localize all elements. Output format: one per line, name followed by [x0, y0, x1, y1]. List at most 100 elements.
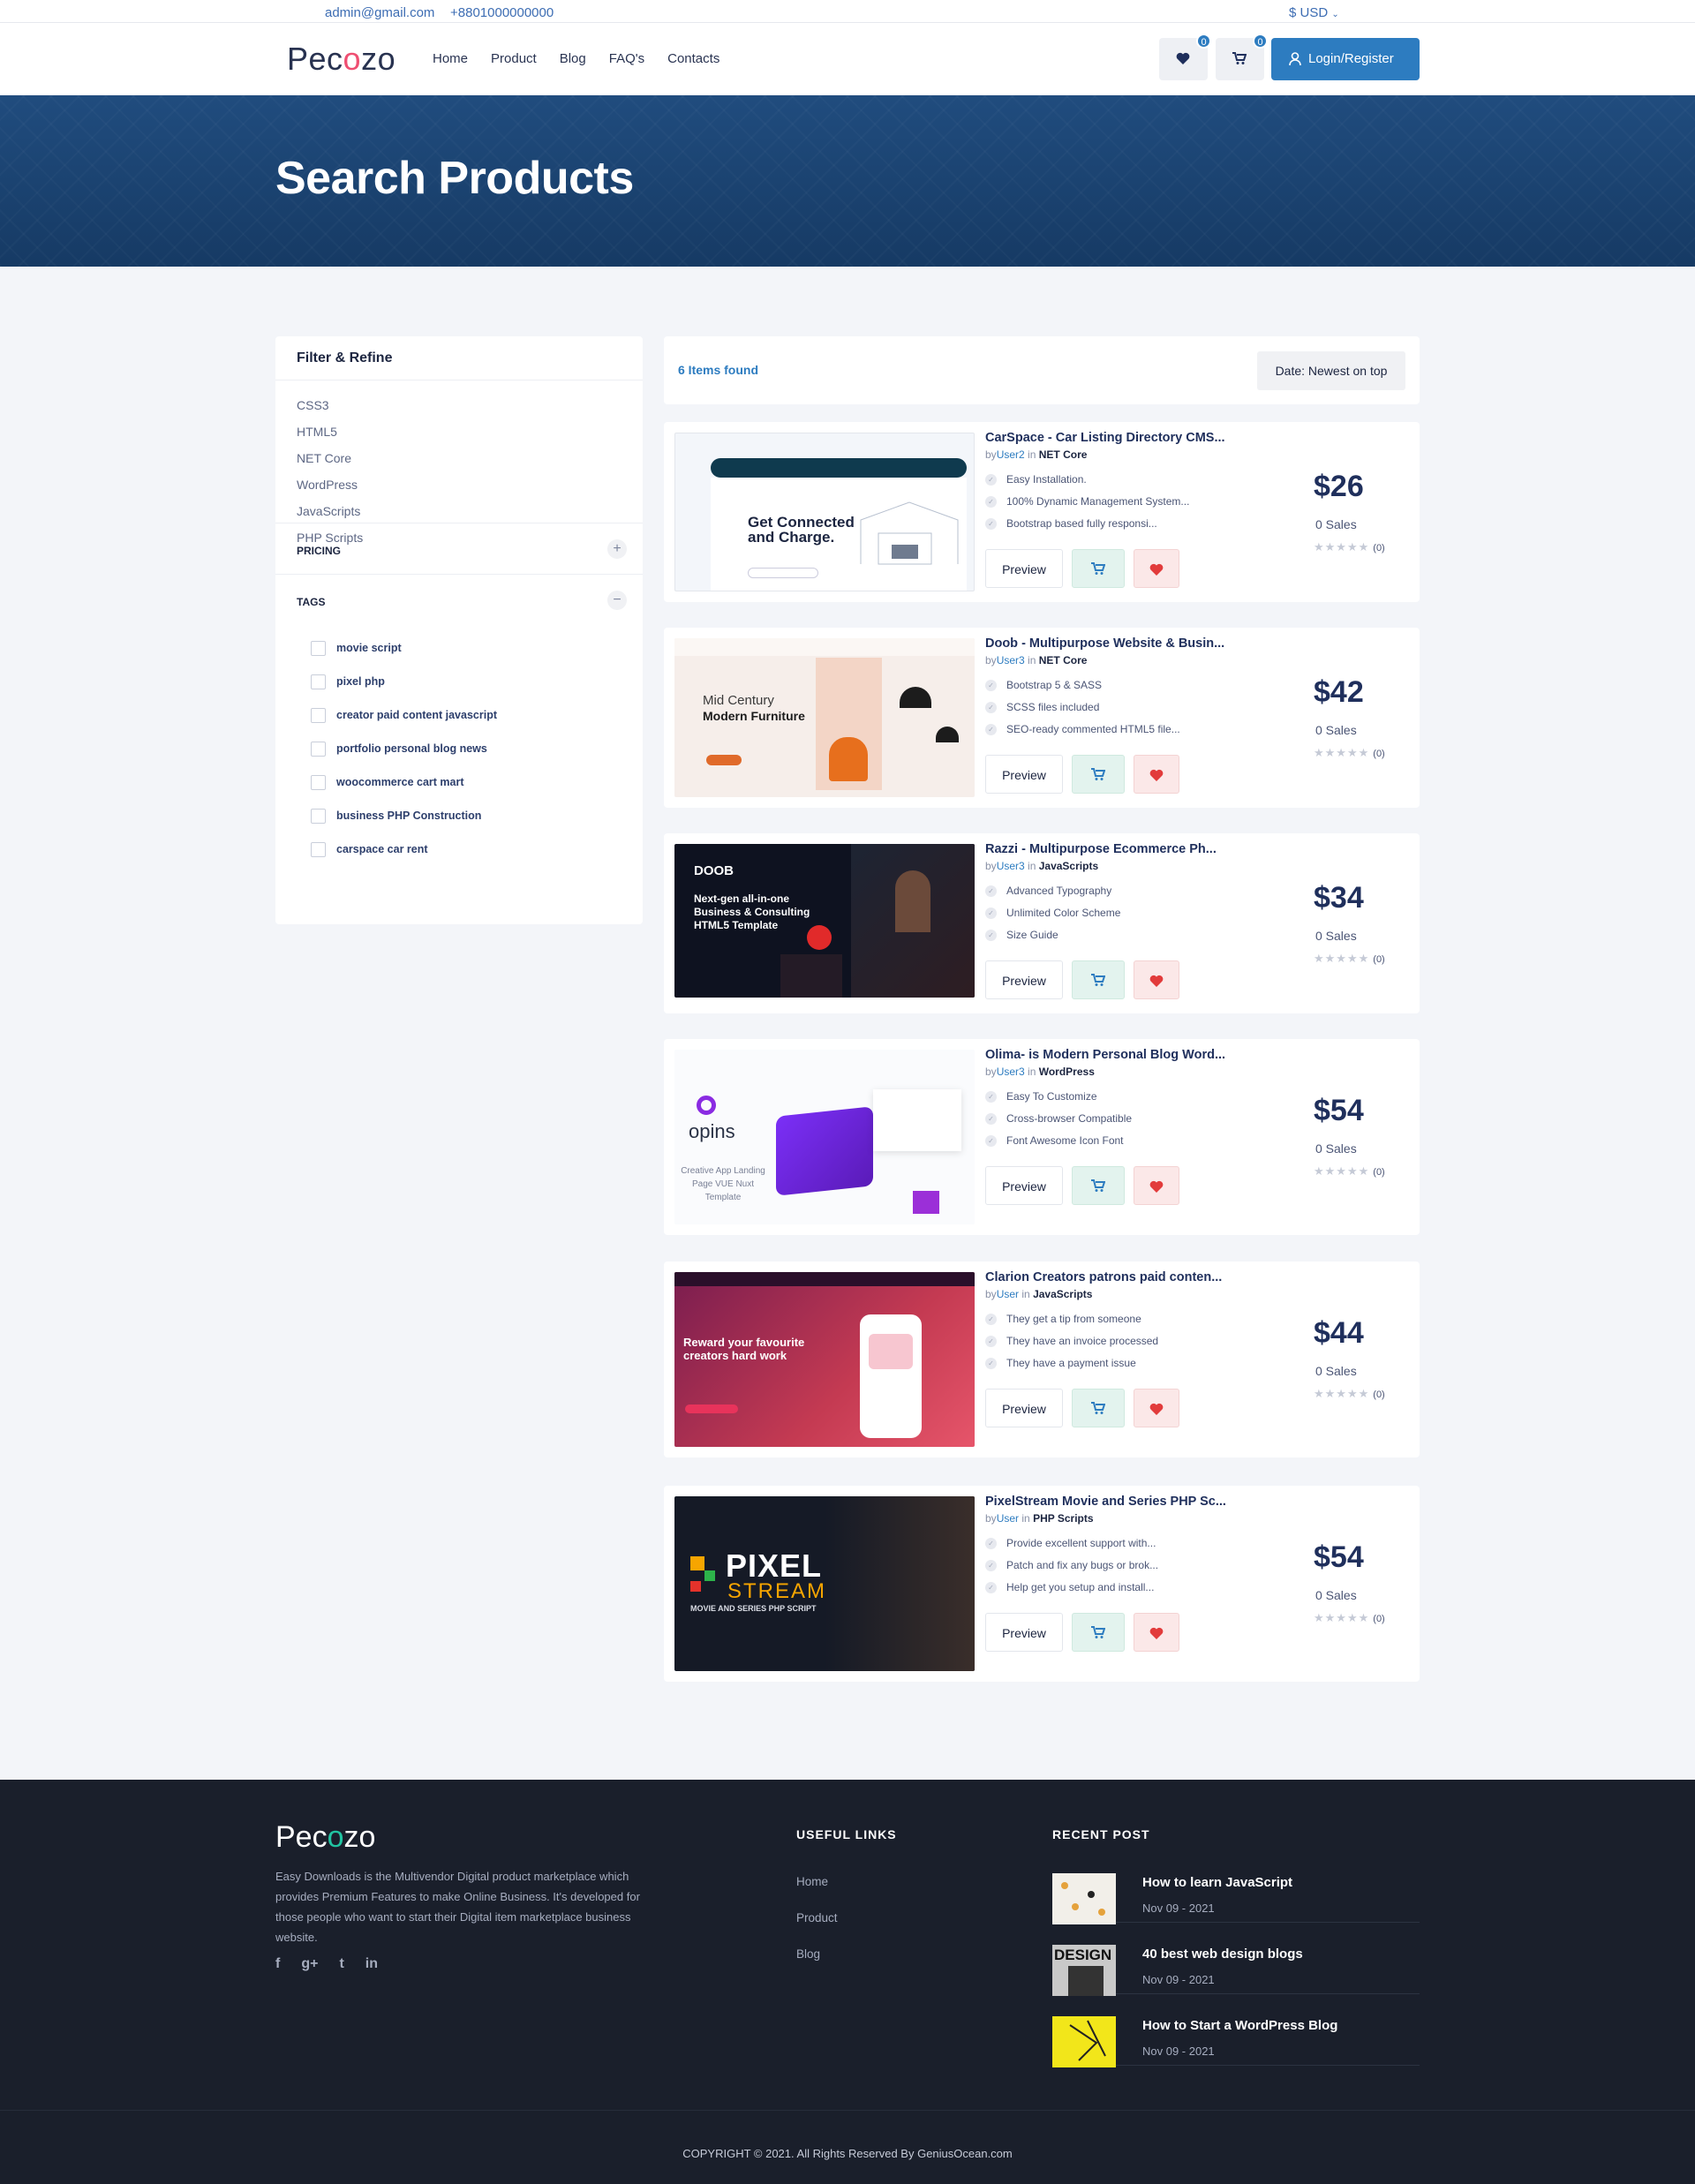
add-to-cart-button[interactable]: [1072, 549, 1125, 588]
product-category[interactable]: JavaScripts: [1033, 1288, 1092, 1300]
product-price: $34: [1314, 881, 1364, 915]
product-author[interactable]: User3: [997, 860, 1025, 872]
tag-item[interactable]: movie script: [311, 631, 607, 665]
sort-select[interactable]: Date: Newest on top: [1257, 351, 1405, 390]
feature-list: ✓ Bootstrap 5 & SASS ✓ SCSS files included…: [985, 679, 1277, 745]
product-category[interactable]: NET Core: [1039, 448, 1088, 461]
product-thumbnail[interactable]: DOOB Next-gen all-in-one Business & Cons…: [674, 844, 975, 998]
tag-checkbox[interactable]: [311, 640, 326, 656]
tag-checkbox[interactable]: [311, 707, 326, 723]
product-author[interactable]: User3: [997, 1066, 1025, 1078]
post-title[interactable]: How to learn JavaScript: [1142, 1875, 1292, 1890]
product-thumbnail[interactable]: PIXEL STREAM MOVIE AND SERIES PHP SCRIPT: [674, 1496, 975, 1671]
recent-post-item[interactable]: How to Start a WordPress Blog Nov 09 - 2…: [1052, 2004, 1420, 2067]
footer-description: Easy Downloads is the Multivendor Digita…: [275, 1870, 640, 1944]
pricing-accordion[interactable]: PRICING +: [275, 523, 643, 575]
product-thumbnail[interactable]: opins Creative App Landing Page VUE Nuxt…: [674, 1050, 975, 1224]
minus-icon[interactable]: −: [607, 591, 627, 610]
login-register-label: Login/Register: [1308, 51, 1394, 66]
post-title[interactable]: 40 best web design blogs: [1142, 1947, 1303, 1962]
product-author[interactable]: User3: [997, 654, 1025, 666]
add-to-cart-button[interactable]: [1072, 1613, 1125, 1652]
post-title[interactable]: How to Start a WordPress Blog: [1142, 2018, 1337, 2033]
google-plus-icon[interactable]: g+: [301, 1956, 318, 1972]
preview-button[interactable]: Preview: [985, 960, 1063, 999]
add-to-wishlist-button[interactable]: [1134, 755, 1179, 794]
twitter-icon[interactable]: t: [339, 1956, 343, 1972]
product-title[interactable]: Doob - Multipurpose Website & Busin...: [985, 636, 1277, 651]
footer-link-home[interactable]: Home: [796, 1875, 828, 1888]
product-category[interactable]: WordPress: [1039, 1066, 1095, 1078]
product-thumbnail[interactable]: Mid Century Modern Furniture: [674, 638, 975, 797]
tag-item[interactable]: portfolio personal blog news: [311, 732, 607, 765]
site-logo[interactable]: Pecozo: [287, 41, 396, 78]
tag-checkbox[interactable]: [311, 741, 326, 757]
contact-phone[interactable]: +8801000000000: [450, 5, 554, 20]
plus-icon[interactable]: +: [607, 539, 627, 559]
add-to-wishlist-button[interactable]: [1134, 960, 1179, 999]
facebook-icon[interactable]: f: [275, 1956, 280, 1972]
category-item[interactable]: CSS3: [297, 398, 622, 425]
product-author[interactable]: User2: [997, 448, 1025, 461]
contact-email[interactable]: admin@gmail.com: [325, 5, 434, 20]
product-title[interactable]: Clarion Creators patrons paid conten...: [985, 1270, 1277, 1284]
add-to-cart-button[interactable]: [1072, 1389, 1125, 1427]
footer-link-product[interactable]: Product: [796, 1911, 838, 1924]
nav-product[interactable]: Product: [491, 51, 537, 66]
login-register-button[interactable]: Login/Register: [1271, 38, 1420, 80]
preview-button[interactable]: Preview: [985, 755, 1063, 794]
product-thumbnail[interactable]: Get Connected and Charge.: [674, 433, 975, 591]
category-item[interactable]: HTML5: [297, 425, 622, 451]
post-thumbnail[interactable]: DESIGN: [1052, 1945, 1116, 1996]
add-to-wishlist-button[interactable]: [1134, 1389, 1179, 1427]
preview-button[interactable]: Preview: [985, 1389, 1063, 1427]
footer-link-blog[interactable]: Blog: [796, 1947, 820, 1961]
add-to-cart-button[interactable]: [1072, 960, 1125, 999]
add-to-cart-button[interactable]: [1072, 1166, 1125, 1205]
tag-item[interactable]: business PHP Construction: [311, 799, 607, 832]
add-to-wishlist-button[interactable]: [1134, 549, 1179, 588]
add-to-cart-button[interactable]: [1072, 755, 1125, 794]
tag-item[interactable]: pixel php: [311, 665, 607, 698]
preview-button[interactable]: Preview: [985, 1613, 1063, 1652]
product-category[interactable]: PHP Scripts: [1033, 1512, 1093, 1525]
product-category[interactable]: JavaScripts: [1039, 860, 1098, 872]
nav-faqs[interactable]: FAQ's: [609, 51, 644, 66]
linkedin-icon[interactable]: in: [365, 1956, 378, 1972]
add-to-wishlist-button[interactable]: [1134, 1613, 1179, 1652]
post-thumbnail[interactable]: [1052, 2016, 1116, 2067]
tag-checkbox[interactable]: [311, 674, 326, 689]
add-to-wishlist-button[interactable]: [1134, 1166, 1179, 1205]
product-author[interactable]: User: [997, 1288, 1019, 1300]
product-author[interactable]: User: [997, 1512, 1019, 1525]
wishlist-button[interactable]: 0: [1159, 34, 1211, 80]
product-title[interactable]: CarSpace - Car Listing Directory CMS...: [985, 431, 1277, 445]
product-category[interactable]: NET Core: [1039, 654, 1088, 666]
recent-post-item[interactable]: DESIGN 40 best web design blogs Nov 09 -…: [1052, 1932, 1420, 1996]
category-item[interactable]: NET Core: [297, 451, 622, 478]
tag-checkbox[interactable]: [311, 841, 326, 857]
recent-post-item[interactable]: How to learn JavaScript Nov 09 - 2021: [1052, 1861, 1420, 1924]
currency-selector[interactable]: $ USD ⌄: [1289, 5, 1339, 20]
category-item[interactable]: WordPress: [297, 478, 622, 504]
cart-button[interactable]: 0: [1216, 34, 1268, 80]
tag-item[interactable]: woocommerce cart mart: [311, 765, 607, 799]
product-title[interactable]: PixelStream Movie and Series PHP Sc...: [985, 1495, 1277, 1509]
nav-blog[interactable]: Blog: [560, 51, 586, 66]
tag-item[interactable]: creator paid content javascript: [311, 698, 607, 732]
product-title[interactable]: Razzi - Multipurpose Ecommerce Ph...: [985, 842, 1277, 856]
preview-button[interactable]: Preview: [985, 549, 1063, 588]
feature-list: ✓ Easy To Customize ✓ Cross-browser Compat…: [985, 1090, 1277, 1156]
footer-logo[interactable]: Pecozo: [275, 1820, 375, 1855]
preview-button[interactable]: Preview: [985, 1166, 1063, 1205]
tags-accordion[interactable]: TAGS −: [275, 575, 643, 626]
tag-item[interactable]: carspace car rent: [311, 832, 607, 866]
nav-home[interactable]: Home: [433, 51, 468, 66]
nav-contacts[interactable]: Contacts: [667, 51, 719, 66]
tag-checkbox[interactable]: [311, 808, 326, 824]
tag-checkbox[interactable]: [311, 774, 326, 790]
tag-label: woocommerce cart mart: [336, 776, 464, 788]
post-thumbnail[interactable]: [1052, 1873, 1116, 1924]
product-thumbnail[interactable]: Reward your favourite creators hard work: [674, 1272, 975, 1447]
product-title[interactable]: Olima- is Modern Personal Blog Word...: [985, 1048, 1277, 1062]
